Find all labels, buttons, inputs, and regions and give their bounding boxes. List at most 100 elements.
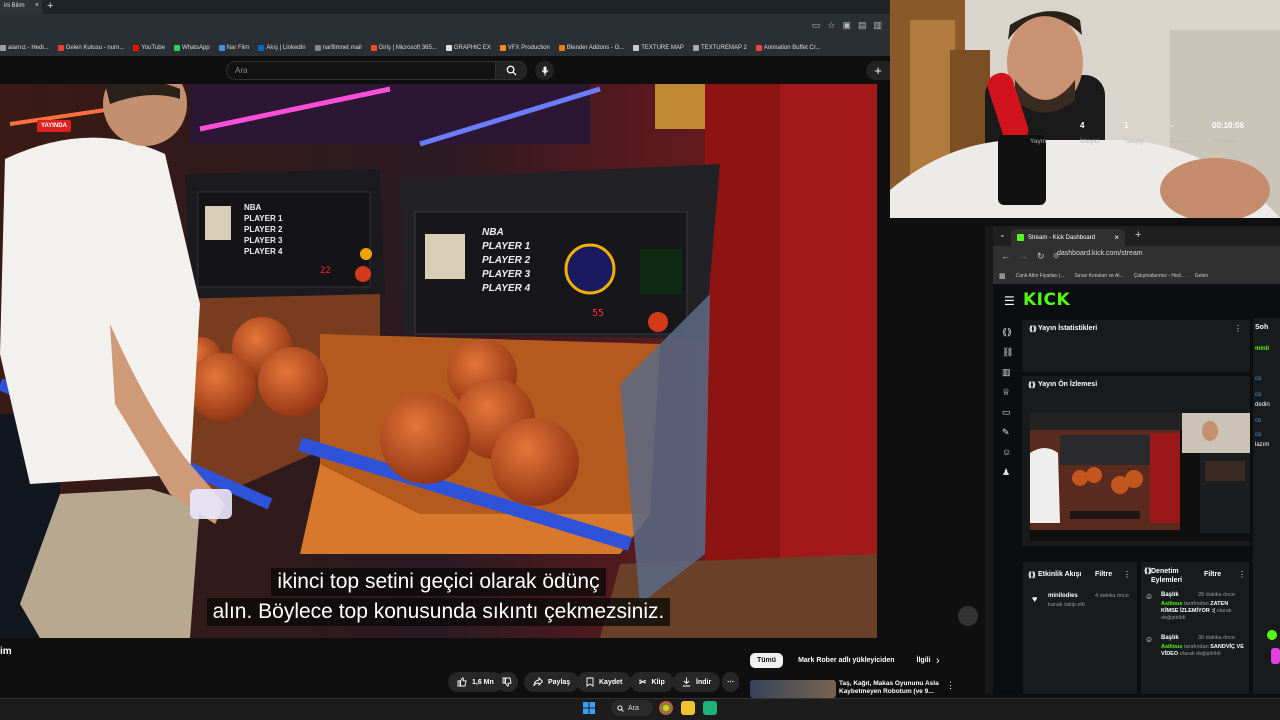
users-icon[interactable]: ☺ (1002, 448, 1011, 457)
stream-preview-video[interactable] (1030, 413, 1250, 541)
recommended-video-thumbnail[interactable] (750, 680, 836, 698)
more-vertical-icon[interactable]: ⋮ (1238, 570, 1246, 579)
kick-logo[interactable]: KICK (1023, 290, 1070, 310)
bookmark-item[interactable]: Blender Addons - G... (558, 45, 624, 51)
bookmark-star-icon[interactable]: ☆ (827, 20, 835, 31)
bookmark-item[interactable]: Akış | LinkedIn (258, 45, 306, 51)
bookmark-item[interactable]: Animation Buffet Cr... (755, 45, 820, 51)
chip-related[interactable]: İlgili (910, 653, 938, 668)
save-button[interactable]: Kaydet (577, 672, 632, 692)
chat-send-icon[interactable] (1271, 648, 1280, 664)
close-tab-icon[interactable]: × (1114, 233, 1119, 242)
chat-panel: Soh minil co co dedin co co lazım (1253, 318, 1280, 694)
scissors-icon: ✂ (639, 676, 647, 687)
youtube-search-button[interactable] (495, 61, 527, 80)
more-vertical-icon[interactable]: ⋮ (946, 680, 955, 691)
hamburger-menu-icon[interactable]: ☰ (1004, 294, 1015, 308)
kick-favicon-icon (1017, 234, 1024, 241)
reload-icon[interactable]: ↻ (1037, 251, 1045, 262)
stat-value-followers: 1 (1124, 121, 1129, 130)
kick-bookmark[interactable]: Canlı Altın Fiyatları |... (1016, 273, 1065, 279)
channel-watermark[interactable] (958, 606, 978, 626)
forward-arrow-icon[interactable]: → (1019, 251, 1028, 261)
bookmark-item[interactable]: TEXTURE MAP (633, 45, 684, 51)
youtube-tab[interactable]: ini Bilim × (0, 0, 42, 14)
clip-button[interactable]: ✂ Klip (630, 672, 674, 692)
windows-start-icon[interactable] (583, 702, 595, 714)
stream-preview-image (1030, 413, 1250, 541)
chat-title: Soh (1255, 324, 1269, 331)
share-button[interactable]: Paylaş (524, 672, 580, 692)
kick-address-bar[interactable]: dashboard.kick.com/stream (1057, 250, 1143, 257)
right-cabinet-score: 55 (592, 308, 605, 319)
bookmark-item[interactable]: TEXTUREMAP 2 (692, 45, 747, 51)
kick-bookmark[interactable]: Çalışmalarımız - Hed... (1134, 273, 1185, 279)
stat-value-subscribers: - (1170, 121, 1173, 130)
tab-list-chevron-icon[interactable]: ⌄ (999, 230, 1006, 239)
download-button[interactable]: İndir (673, 672, 721, 692)
video-player[interactable]: NBA PLAYER 1 PLAYER 2 PLAYER 3 PLAYER 4 … (0, 84, 877, 638)
bookmark-item[interactable]: VFX Production (499, 45, 550, 51)
stream-icon[interactable]: ⟪⟫ (1002, 328, 1012, 337)
more-actions-button[interactable]: ⋯ (722, 672, 739, 692)
more-vertical-icon[interactable]: ⋮ (1123, 570, 1131, 579)
file-explorer-taskbar-icon[interactable] (681, 701, 695, 715)
wrench-icon[interactable]: ✎ (1002, 428, 1011, 437)
extension-icon-2[interactable]: ▤ (858, 20, 867, 31)
bookmark-item[interactable]: narfilmnet mail (314, 45, 362, 51)
extension-icon[interactable]: ▣ (842, 20, 851, 31)
chip-all[interactable]: Tümü (750, 653, 784, 668)
trophy-icon[interactable]: ♕ (1002, 388, 1011, 397)
app-taskbar-icon[interactable] (703, 701, 717, 715)
left-cabinet-score: 22 (320, 266, 331, 276)
page-scrollbar[interactable] (985, 226, 993, 694)
bookmark-label: Nar Film (226, 45, 250, 51)
bookmark-item[interactable]: Gelen Kutusu - nurn... (57, 45, 124, 51)
bookmark-item[interactable]: alarnız - Hedi... (0, 45, 49, 51)
chrome-taskbar-icon[interactable] (659, 701, 673, 715)
like-button[interactable]: 1,6 Mn (448, 672, 503, 692)
emote-icon[interactable] (1267, 630, 1277, 640)
analytics-icon[interactable]: ▥ (1002, 368, 1011, 377)
mod-item-user[interactable]: Asilious (1161, 601, 1182, 607)
kick-tab[interactable]: Stream - Kick Dashboard × (1011, 229, 1125, 246)
cast-icon[interactable]: ▭ (812, 20, 821, 31)
bookmark-item[interactable]: Nar Film (218, 45, 250, 51)
bookmark-item[interactable]: GRAPHIC EX (445, 45, 491, 51)
monitor-icon[interactable]: ▭ (1002, 408, 1011, 417)
bookmark-item[interactable]: WhatsApp (173, 45, 210, 51)
kick-bookmark[interactable]: Gelen (1195, 273, 1208, 279)
bookmark-item[interactable]: Giriş | Microsoft 365... (370, 45, 437, 51)
extension-icon-3[interactable]: ▥ (873, 20, 882, 31)
mod-filter-button[interactable]: Filtre (1204, 571, 1221, 578)
chip-from-uploader[interactable]: Mark Rober adlı yükleyiciden (791, 653, 901, 668)
save-label: Kaydet (599, 678, 623, 686)
voice-search-button[interactable] (535, 61, 554, 80)
mod-item-user[interactable]: Asilious (1161, 644, 1182, 650)
activity-icon: ⟪⟫ (1028, 572, 1036, 579)
youtube-search-input[interactable]: Ara (226, 61, 496, 80)
link-icon[interactable]: ⛓ (1002, 348, 1013, 357)
new-tab-icon[interactable]: + (1135, 229, 1141, 241)
apps-grid-icon[interactable]: ▦ (999, 272, 1006, 280)
close-tab-icon[interactable]: × (35, 2, 39, 9)
share-label: Paylaş (548, 678, 571, 686)
stat-label-subscribers: Abone (1169, 138, 1188, 145)
back-arrow-icon[interactable]: ← (1001, 251, 1010, 261)
kick-bookmark[interactable]: Sınav Konuları ve Al... (1074, 273, 1123, 279)
video-title: im (0, 646, 12, 657)
activity-user[interactable]: minilodies (1048, 593, 1078, 599)
taskbar-search[interactable]: Ara (611, 700, 653, 716)
bookmark-favicon-icon (633, 45, 640, 51)
community-icon[interactable]: ♟ (1002, 468, 1011, 477)
dislike-button[interactable] (496, 672, 518, 692)
bookmark-favicon-icon (57, 45, 64, 51)
more-vertical-icon[interactable]: ⋮ (1234, 324, 1242, 333)
chevron-right-icon[interactable]: › (936, 655, 940, 667)
create-button[interactable]: + (866, 61, 890, 80)
recommended-video-title[interactable]: Taş, Kağıt, Makas Oyununu Asla Kaybetmey… (839, 680, 944, 696)
new-tab-icon[interactable]: + (47, 0, 53, 12)
bookmark-item[interactable]: YouTube (133, 45, 165, 51)
bookmark-favicon-icon (499, 45, 506, 51)
activity-filter-button[interactable]: Filtre (1095, 571, 1112, 578)
